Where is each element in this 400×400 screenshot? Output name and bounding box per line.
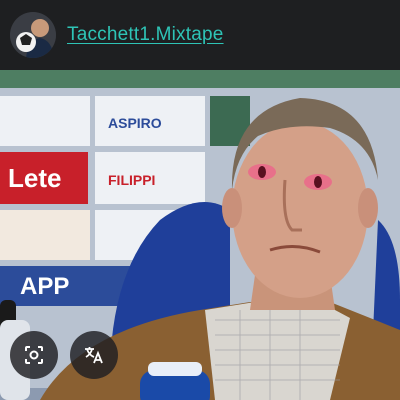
post-header: Tacchett1.Mixtape <box>0 0 400 70</box>
sponsor-text-2: ASPIRO <box>108 115 162 131</box>
sponsor-text-1: Lete <box>8 163 61 193</box>
profile-avatar[interactable] <box>10 12 56 58</box>
translate-button[interactable] <box>70 331 118 379</box>
sponsor-text-3: FILIPPI <box>108 172 155 188</box>
lens-icon <box>25 346 43 364</box>
translate-icon <box>85 347 103 364</box>
sponsor-text-4: APP <box>20 273 69 300</box>
avatar-image <box>10 12 56 58</box>
lens-search-button[interactable] <box>10 331 58 379</box>
username-link[interactable]: Tacchett1.Mixtape <box>67 24 224 46</box>
post-photo: Lete ASPIRO FILIPPI APP <box>0 70 400 400</box>
press-conference-image: Lete ASPIRO FILIPPI APP <box>0 70 400 400</box>
